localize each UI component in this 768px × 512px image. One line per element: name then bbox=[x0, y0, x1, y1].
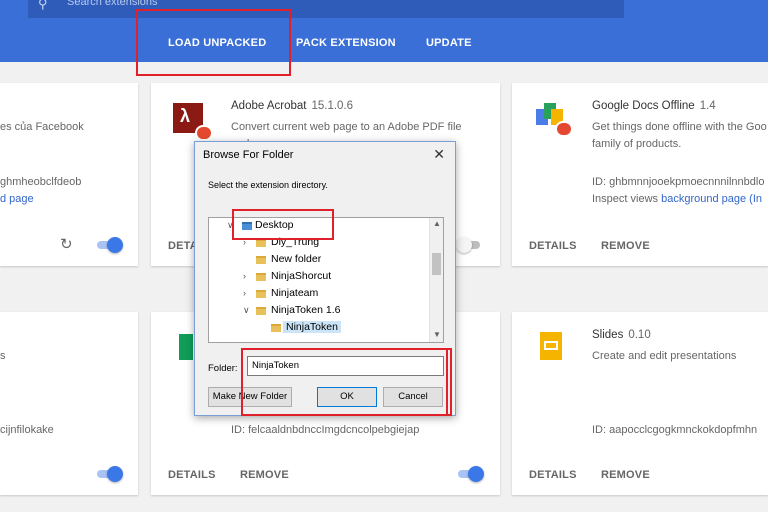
extension-description: Get things done offline with the Goo fami… bbox=[592, 121, 767, 150]
extension-name: Google Docs Offline 1.4 bbox=[592, 100, 716, 112]
background-page-link[interactable]: d page bbox=[0, 193, 34, 205]
extension-id: ID: ghbmnnjooekpmoecnnnilnnbdlo bbox=[592, 176, 765, 188]
folder-icon bbox=[256, 290, 266, 298]
tree-item-new-folder[interactable]: New folder bbox=[209, 252, 429, 269]
chevron-down-icon[interactable]: ∨ bbox=[243, 305, 250, 316]
chevron-right-icon[interactable]: › bbox=[243, 271, 246, 281]
folder-icon bbox=[271, 324, 281, 332]
folder-icon bbox=[256, 239, 266, 247]
reload-icon[interactable]: ↻ bbox=[60, 235, 73, 253]
extension-id: ID: aapocclcgogkmnckokdopfmhn bbox=[592, 424, 758, 436]
chevron-right-icon[interactable]: › bbox=[243, 288, 246, 298]
google-slides-icon bbox=[540, 332, 562, 360]
folder-label: Folder: bbox=[208, 363, 238, 374]
tree-item-ninjashorcut[interactable]: › NinjaShorcut bbox=[209, 269, 429, 286]
remove-button[interactable]: REMOVE bbox=[601, 469, 650, 481]
adobe-acrobat-icon: λ bbox=[173, 103, 213, 141]
extension-card-facebook: es của Facebook ghmheobclfdeob d page ↻ bbox=[0, 83, 138, 266]
background-page-link[interactable]: background page (In bbox=[661, 193, 762, 205]
tree-item-ninjatoken-1-6[interactable]: ∨ NinjaToken 1.6 bbox=[209, 303, 429, 320]
google-docs-icon bbox=[536, 103, 573, 137]
details-button[interactable]: DETAILS bbox=[168, 469, 216, 481]
extension-card-google-docs-offline: Google Docs Offline 1.4 Get things done o… bbox=[512, 83, 768, 266]
pack-extension-button[interactable]: PACK EXTENSION bbox=[296, 37, 396, 49]
extension-id: ID: felcaaldnbdnccImgdcncolpebgiejap bbox=[231, 424, 420, 436]
extension-description: Create and edit presentations bbox=[592, 350, 737, 362]
extension-name: Slides 0.10 bbox=[592, 329, 651, 341]
inspect-views: Inspect views background page (In bbox=[592, 193, 763, 205]
search-icon: ⚲ bbox=[38, 0, 48, 11]
enable-toggle[interactable] bbox=[95, 237, 123, 253]
search-box[interactable]: ⚲ Search extensions bbox=[28, 0, 624, 18]
folder-icon bbox=[256, 273, 266, 281]
tree-scrollbar[interactable]: ▲ ▼ bbox=[429, 218, 443, 342]
extension-name: Adobe Acrobat 15.1.0.6 bbox=[231, 100, 354, 112]
enable-toggle[interactable] bbox=[95, 466, 123, 482]
tree-item-ninjateam[interactable]: › Ninjateam bbox=[209, 286, 429, 303]
dialog-title: Browse For Folder bbox=[203, 149, 294, 161]
search-placeholder: Search extensions bbox=[67, 0, 158, 8]
scroll-thumb[interactable] bbox=[432, 253, 441, 275]
extension-card-left: s cijnfilokake bbox=[0, 312, 138, 495]
scroll-down-icon[interactable]: ▼ bbox=[433, 330, 441, 339]
annotation-load-unpacked bbox=[136, 9, 291, 76]
extension-id: ghmheobclfdeob bbox=[0, 176, 82, 188]
google-sheets-icon bbox=[179, 334, 193, 360]
folder-icon bbox=[256, 307, 266, 315]
update-button[interactable]: UPDATE bbox=[426, 37, 472, 49]
enable-toggle[interactable] bbox=[456, 466, 484, 482]
annotation-folder-buttons bbox=[241, 348, 452, 416]
details-button[interactable]: DETAILS bbox=[529, 240, 577, 252]
tree-item-ninjatoken[interactable]: NinjaToken bbox=[209, 320, 429, 337]
extension-card-slides: Slides 0.10 Create and edit presentations… bbox=[512, 312, 768, 495]
details-button[interactable]: DETAILS bbox=[529, 469, 577, 481]
annotation-desktop bbox=[232, 209, 334, 240]
remove-button[interactable]: REMOVE bbox=[601, 240, 650, 252]
remove-button[interactable]: REMOVE bbox=[240, 469, 289, 481]
scroll-up-icon[interactable]: ▲ bbox=[433, 219, 441, 228]
folder-icon bbox=[256, 256, 266, 264]
extension-id: cijnfilokake bbox=[0, 424, 54, 436]
enable-toggle[interactable] bbox=[456, 237, 484, 253]
close-icon[interactable]: ✕ bbox=[433, 146, 445, 163]
toolbar: ⚲ Search extensions LOAD UNPACKED PACK E… bbox=[0, 0, 768, 62]
extension-description: es của Facebook bbox=[0, 121, 84, 133]
dialog-instruction: Select the extension directory. bbox=[208, 180, 328, 190]
extension-description: s bbox=[0, 350, 6, 362]
